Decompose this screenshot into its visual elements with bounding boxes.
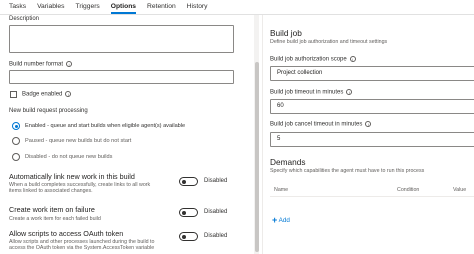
- auth-scope-text: Build job authorization scope: [270, 56, 347, 63]
- demands-col-condition: Condition: [397, 187, 420, 193]
- plus-icon: +: [272, 215, 278, 225]
- badge-enabled-checkbox[interactable]: [10, 91, 17, 98]
- auth-scope-select[interactable]: Project collection: [270, 66, 474, 81]
- tab-retention[interactable]: Retention: [147, 3, 176, 10]
- info-icon[interactable]: i: [346, 89, 353, 95]
- oauth-title: Allow scripts to access OAuth token: [9, 229, 124, 238]
- oauth-toggle-label: Disabled: [204, 233, 228, 239]
- radio-paused[interactable]: [12, 137, 20, 145]
- demands-title: Demands: [270, 157, 306, 167]
- demands-col-name: Name: [274, 187, 289, 193]
- build-number-format-label: Build number format i: [9, 61, 73, 68]
- options-left-panel: Description Build number format i Badge e…: [0, 15, 253, 254]
- toggle-knob: [182, 179, 186, 184]
- tab-options[interactable]: Options: [110, 3, 137, 14]
- demands-header-divider: [270, 196, 474, 197]
- add-demand-button[interactable]: + Add: [272, 215, 290, 225]
- badge-enabled-label: Badge enabled i: [22, 91, 72, 98]
- tab-variables[interactable]: Variables: [37, 3, 64, 10]
- oauth-toggle[interactable]: [179, 232, 198, 241]
- info-icon[interactable]: i: [66, 61, 73, 67]
- toggle-knob: [182, 210, 186, 215]
- auth-scope-value: Project collection: [277, 70, 323, 76]
- build-job-title: Build job: [270, 28, 302, 38]
- radio-enabled[interactable]: [12, 122, 20, 130]
- build-number-format-input[interactable]: [9, 70, 234, 84]
- radio-disabled[interactable]: [12, 153, 20, 161]
- left-scrollbar-thumb[interactable]: [255, 62, 259, 252]
- add-demand-label: Add: [278, 217, 290, 224]
- timeout-label: Build job timeout in minutes i: [270, 89, 353, 96]
- radio-paused-label: Paused - queue new builds but do not sta…: [25, 138, 132, 144]
- auth-scope-label: Build job authorization scope i: [270, 56, 356, 63]
- build-job-hint: Define build job authorization and timeo…: [270, 39, 388, 45]
- options-right-panel: Build job Define build job authorization…: [263, 15, 474, 254]
- cancel-timeout-value: 5: [277, 136, 281, 142]
- tab-triggers[interactable]: Triggers: [75, 3, 99, 10]
- auto-link-toggle[interactable]: [179, 177, 198, 186]
- create-work-item-title: Create work item on failure: [9, 205, 95, 214]
- create-work-item-toggle-label: Disabled: [204, 209, 228, 215]
- radio-disabled-label: Disabled - do not queue new builds: [25, 154, 113, 160]
- timeout-value: 60: [277, 103, 284, 109]
- auto-link-title: Automatically link new work in this buil…: [9, 172, 135, 181]
- info-icon[interactable]: i: [65, 91, 72, 97]
- info-icon[interactable]: i: [349, 56, 356, 62]
- toggle-knob: [182, 234, 186, 239]
- radio-enabled-label: Enabled - queue and start builds when el…: [25, 123, 186, 129]
- cancel-timeout-label: Build job cancel timeout in minutes i: [270, 121, 372, 128]
- new-build-request-label: New build request processing: [9, 108, 88, 114]
- cancel-timeout-text: Build job cancel timeout in minutes: [270, 121, 363, 128]
- timeout-text: Build job timeout in minutes: [270, 89, 344, 96]
- create-work-item-hint: Create a work item for each failed build: [9, 216, 101, 222]
- oauth-hint: Allow scripts and other processes launch…: [9, 239, 155, 252]
- info-icon[interactable]: i: [365, 121, 372, 127]
- cancel-timeout-input[interactable]: 5: [270, 132, 474, 147]
- demands-hint: Specify which capabilities the agent mus…: [270, 168, 425, 174]
- tab-tasks[interactable]: Tasks: [9, 3, 26, 10]
- description-label: Description: [9, 16, 40, 22]
- timeout-input[interactable]: 60: [270, 99, 474, 114]
- build-number-format-text: Build number format: [9, 61, 64, 68]
- description-textarea[interactable]: [9, 25, 234, 53]
- tab-bar: Tasks Variables Triggers Options Retenti…: [0, 0, 474, 15]
- demands-col-value: Value: [453, 187, 467, 193]
- auto-link-hint: When a build completes successfully, cre…: [9, 182, 151, 195]
- badge-enabled-text: Badge enabled: [22, 91, 63, 98]
- create-work-item-toggle[interactable]: [179, 208, 198, 217]
- auto-link-toggle-label: Disabled: [204, 178, 228, 184]
- tab-history[interactable]: History: [187, 3, 208, 10]
